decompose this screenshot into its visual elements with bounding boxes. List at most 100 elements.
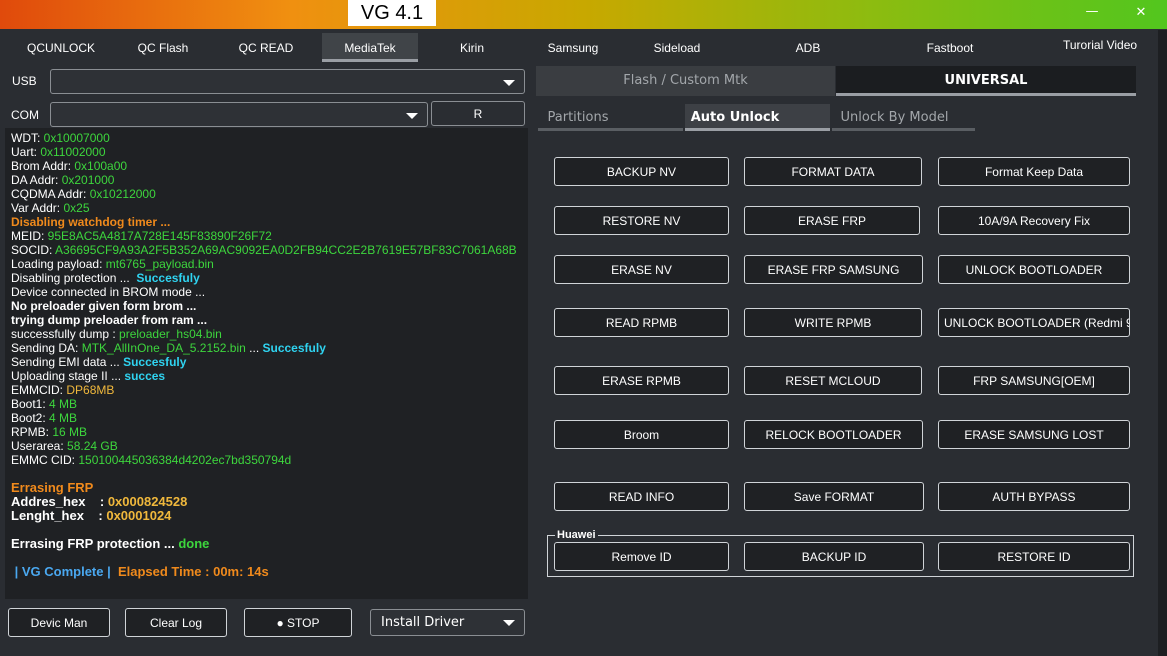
log-line: trying dump preloader from ram ... bbox=[11, 313, 522, 327]
right-edge-scrollbar[interactable] bbox=[1158, 30, 1167, 656]
com-select[interactable] bbox=[50, 102, 428, 127]
log-line: MEID: 95E8AC5A4817A728E145F83890F26F72 bbox=[11, 229, 522, 243]
restore-nv-button[interactable]: RESTORE NV bbox=[554, 206, 729, 235]
tab-fastboot[interactable]: Fastboot bbox=[917, 33, 983, 62]
log-segment: Disabling protection ... bbox=[11, 271, 137, 285]
tab-flash-custom-mtk[interactable]: Flash / Custom Mtk bbox=[536, 66, 835, 96]
tutorial-video-link[interactable]: Turorial Video bbox=[1063, 38, 1137, 52]
main-tab-bar: QCUNLOCK QC Flash QC READ MediaTek Kirin… bbox=[0, 30, 1150, 64]
log-segment: 58.24 GB bbox=[67, 439, 118, 453]
auth-bypass-button[interactable]: AUTH BYPASS bbox=[938, 482, 1130, 511]
relock-bootloader-button[interactable]: RELOCK BOOTLOADER bbox=[744, 420, 923, 449]
log-line: No preloader given form brom ... bbox=[11, 299, 522, 313]
restore-id-button[interactable]: RESTORE ID bbox=[938, 542, 1130, 571]
log-line: Uart: 0x11002000 bbox=[11, 145, 522, 159]
log-segment: Errasing FRP bbox=[11, 480, 94, 495]
log-segment: 4 MB bbox=[49, 397, 78, 411]
erase-nv-button[interactable]: ERASE NV bbox=[554, 255, 729, 284]
read-rpmb-button[interactable]: READ RPMB bbox=[554, 308, 729, 337]
log-segment: | VG Complete | bbox=[11, 564, 118, 579]
tab-universal[interactable]: UNIVERSAL bbox=[836, 66, 1136, 96]
chevron-down-icon bbox=[406, 113, 418, 119]
log-segment: Succesfuly bbox=[136, 271, 200, 285]
log-line: DA Addr: 0x201000 bbox=[11, 173, 522, 187]
erase-frp-button[interactable]: ERASE FRP bbox=[744, 206, 920, 235]
tab-kirin[interactable]: Kirin bbox=[445, 33, 499, 62]
log-line: successfully dump : preloader_hs04.bin bbox=[11, 327, 522, 341]
log-segment: trying dump preloader from ram ... bbox=[11, 313, 208, 327]
unlock-bootloader-button[interactable]: UNLOCK BOOTLOADER bbox=[938, 255, 1130, 284]
erase-frp-samsung-button[interactable]: ERASE FRP SAMSUNG bbox=[744, 255, 923, 284]
broom-button[interactable]: Broom bbox=[554, 420, 729, 449]
log-segment: DA Addr: bbox=[11, 173, 62, 187]
log-segment: 150100445036384d4202ec7bd350794d bbox=[78, 453, 292, 467]
log-segment: CQDMA Addr: bbox=[11, 187, 90, 201]
log-line: Userarea: 58.24 GB bbox=[11, 439, 522, 453]
device-manager-button[interactable]: Devic Man bbox=[8, 608, 110, 637]
log-segment: mt6765_payload.bin bbox=[105, 257, 214, 271]
log-line: CQDMA Addr: 0x10212000 bbox=[11, 187, 522, 201]
tab-qcunlock[interactable]: QCUNLOCK bbox=[20, 33, 102, 62]
log-segment: 0x100a00 bbox=[74, 159, 128, 173]
tab-partitions[interactable]: Partitions bbox=[538, 104, 683, 131]
clear-log-button[interactable]: Clear Log bbox=[125, 608, 227, 637]
log-segment: Lenght_hex : bbox=[11, 508, 107, 523]
log-segment: No preloader given form brom ... bbox=[11, 299, 197, 313]
log-line: WDT: 0x10007000 bbox=[11, 131, 522, 145]
log-segment: A36695CF9A93A2F5B352A69AC9092EA0D2FB94CC… bbox=[55, 243, 517, 257]
tab-universal-label: UNIVERSAL bbox=[944, 73, 1028, 88]
write-rpmb-button[interactable]: WRITE RPMB bbox=[744, 308, 922, 337]
log-segment: Device connected in BROM mode ... bbox=[11, 285, 206, 299]
log-segment: Userarea: bbox=[11, 439, 68, 453]
read-info-button[interactable]: READ INFO bbox=[554, 482, 729, 511]
tab-samsung[interactable]: Samsung bbox=[540, 33, 606, 62]
backup-id-button[interactable]: BACKUP ID bbox=[744, 542, 924, 571]
unlock-bootloader-redmi-button[interactable]: UNLOCK BOOTLOADER (Redmi 9A bbox=[938, 308, 1130, 337]
log-segment: 95E8AC5A4817A728E145F83890F26F72 bbox=[47, 229, 272, 243]
minimize-button[interactable]: — bbox=[1080, 4, 1104, 19]
tab-auto-unlock[interactable]: Auto Unlock bbox=[685, 104, 830, 131]
close-button[interactable]: ✕ bbox=[1129, 5, 1153, 20]
recovery-fix-button[interactable]: 10A/9A Recovery Fix bbox=[938, 206, 1130, 235]
tab-qc-flash[interactable]: QC Flash bbox=[125, 33, 201, 62]
install-driver-select[interactable]: Install Driver bbox=[370, 609, 525, 636]
remove-id-button[interactable]: Remove ID bbox=[554, 542, 729, 571]
erase-samsung-lost-button[interactable]: ERASE SAMSUNG LOST bbox=[938, 420, 1130, 449]
log-segment: 0x25 bbox=[63, 201, 90, 215]
tab-mediatek[interactable]: MediaTek bbox=[322, 33, 418, 62]
huawei-group-label: Huawei bbox=[555, 529, 598, 541]
log-segment: DP68MB bbox=[66, 383, 115, 397]
format-data-button[interactable]: FORMAT DATA bbox=[744, 157, 922, 186]
log-line: Sending DA: MTK_AllInOne_DA_5.2152.bin .… bbox=[11, 341, 522, 355]
log-segment: 0x11002000 bbox=[40, 145, 106, 159]
log-segment: RPMB: bbox=[11, 425, 53, 439]
usb-select[interactable] bbox=[50, 69, 525, 94]
log-panel: WDT: 0x10007000 Uart: 0x11002000 Brom Addr… bbox=[5, 128, 528, 599]
reset-mcloud-button[interactable]: RESET MCLOUD bbox=[744, 366, 922, 395]
tab-adb[interactable]: ADB bbox=[787, 33, 829, 62]
tab-flash-custom-mtk-label: Flash / Custom Mtk bbox=[623, 73, 748, 88]
log-line: Uploading stage II ... succes bbox=[11, 369, 522, 383]
log-segment: 0x0001024 bbox=[106, 508, 172, 523]
format-keep-data-button[interactable]: Format Keep Data bbox=[938, 157, 1130, 186]
log-segment: preloader_hs04.bin bbox=[119, 327, 222, 341]
stop-button[interactable]: ● STOP bbox=[244, 608, 352, 637]
com-refresh-button[interactable]: R bbox=[431, 101, 525, 126]
backup-nv-button[interactable]: BACKUP NV bbox=[554, 157, 729, 186]
log-segment: SOCID: bbox=[11, 243, 56, 257]
log-line: Device connected in BROM mode ... bbox=[11, 285, 522, 299]
log-segment: 0x000824528 bbox=[107, 494, 188, 509]
frp-samsung-oem-button[interactable]: FRP SAMSUNG[OEM] bbox=[938, 366, 1130, 395]
log-line: EMMC CID: 150100445036384d4202ec7bd35079… bbox=[11, 453, 522, 467]
log-line: Boot2: 4 MB bbox=[11, 411, 522, 425]
chevron-down-icon bbox=[503, 620, 515, 626]
log-line: Lenght_hex : 0x0001024 bbox=[11, 509, 522, 523]
erase-rpmb-button[interactable]: ERASE RPMB bbox=[554, 366, 729, 395]
save-format-button[interactable]: Save FORMAT bbox=[744, 482, 924, 511]
tab-unlock-by-model[interactable]: Unlock By Model bbox=[832, 104, 975, 131]
log-segment: done bbox=[178, 536, 210, 551]
tab-sideload[interactable]: Sideload bbox=[645, 33, 709, 62]
tab-qc-read[interactable]: QC READ bbox=[227, 33, 305, 62]
